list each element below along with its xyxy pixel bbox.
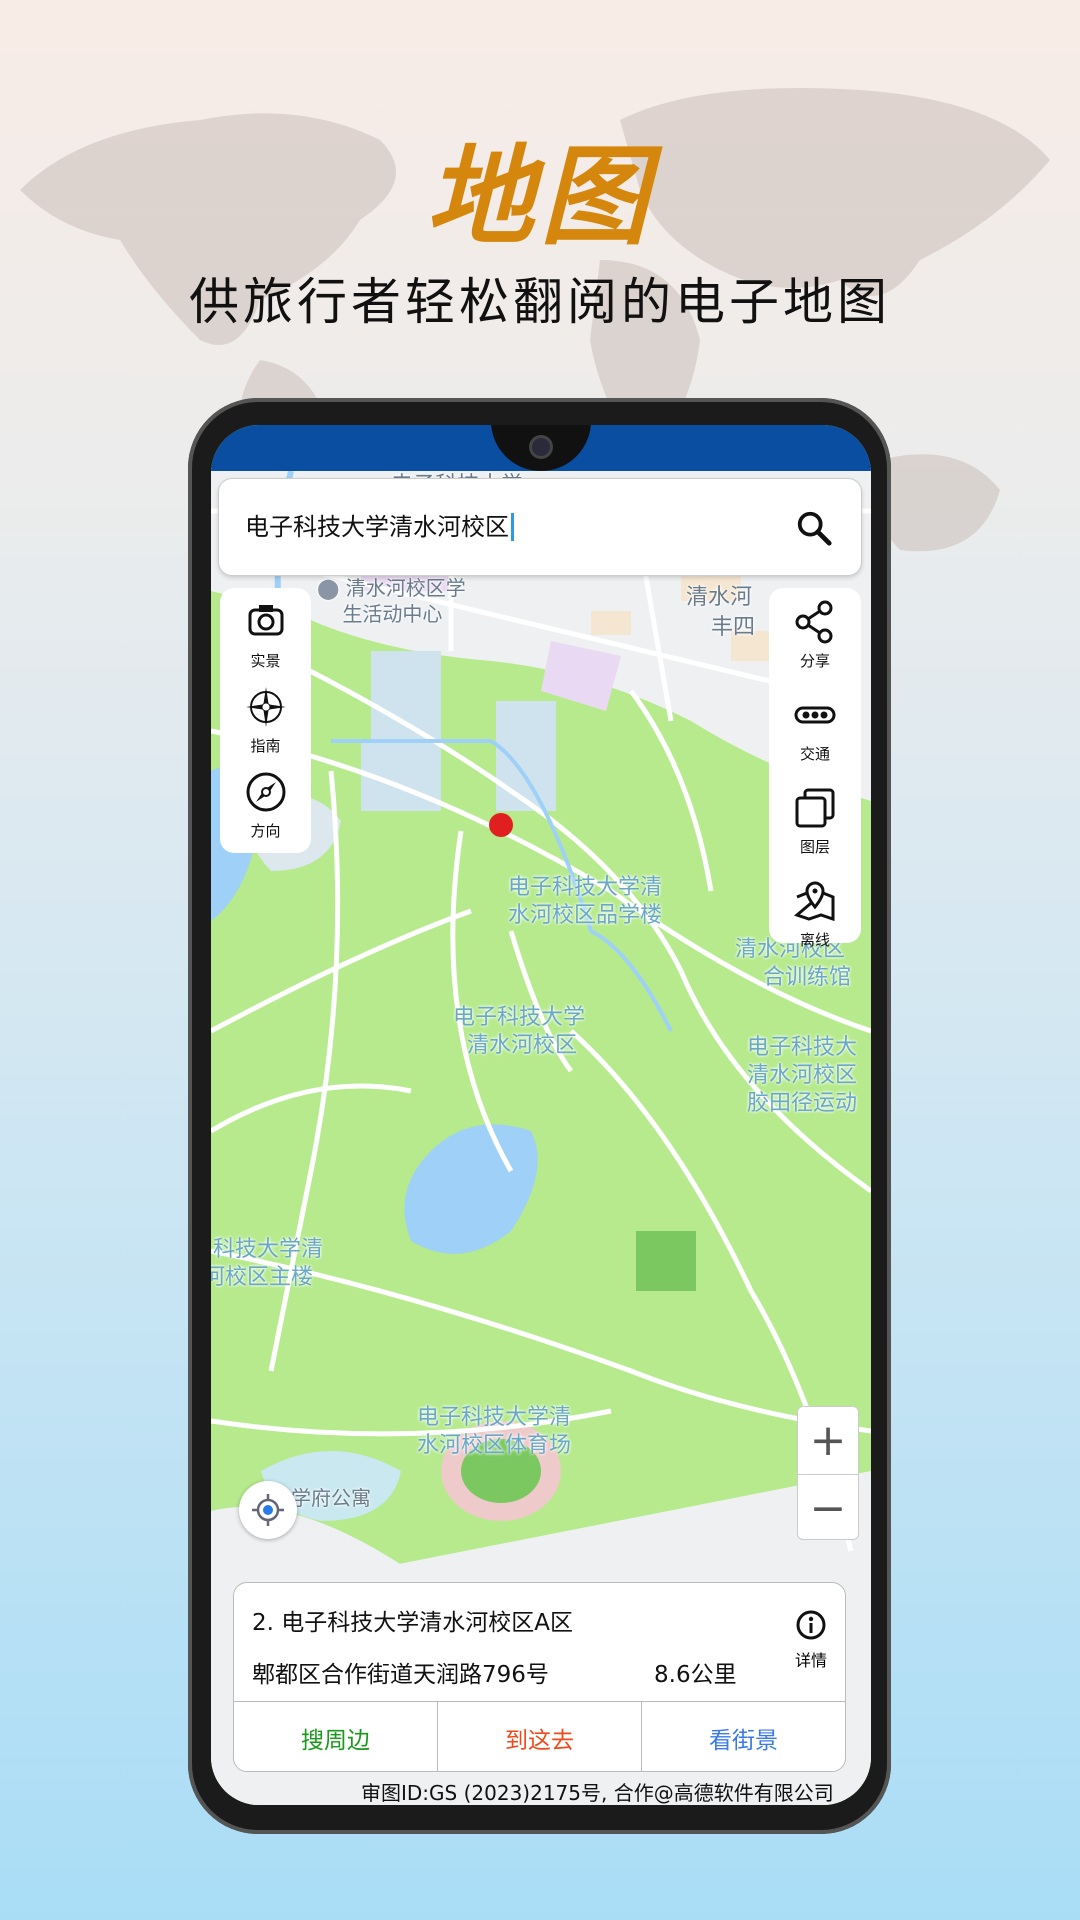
tool-live-view[interactable]: 实景 (220, 600, 311, 671)
navigate-here-button[interactable]: 到这去 (437, 1702, 641, 1771)
map-label: 水河校区体育场 (417, 1433, 572, 1458)
details-button[interactable]: 详情 (786, 1609, 836, 1671)
zoom-out-button[interactable]: − (798, 1474, 858, 1541)
promo-subtitle: 供旅行者轻松翻阅的电子地图 (189, 273, 891, 331)
map-label: 电子科技大学清 (508, 875, 663, 900)
search-nearby-button[interactable]: 搜周边 (234, 1702, 437, 1771)
search-input[interactable]: 电子科技大学清水河校区 (245, 513, 514, 541)
tool-guide[interactable]: 指南 (220, 685, 311, 756)
traffic-icon (794, 706, 836, 724)
china-flag-marker (489, 813, 513, 837)
layers-icon (795, 788, 835, 828)
compass-rose-icon (245, 687, 286, 727)
map-label: 河校区主楼 (211, 1265, 314, 1290)
direction-compass-icon (246, 772, 285, 812)
crosshair-icon (252, 1494, 284, 1526)
search-icon[interactable] (795, 509, 833, 547)
map-label: 胶田径运动 (747, 1091, 858, 1116)
map-copyright: 审图ID:GS (2023)2175号, 合作@高德软件有限公司 (361, 1781, 834, 1805)
map-label: 清水河 (686, 585, 753, 610)
left-tool-panel: 实景 指南 方向 (220, 588, 311, 853)
map-label: 电子科技大 (747, 1035, 858, 1060)
locate-me-button[interactable] (239, 1481, 297, 1539)
map-label: 电子科技大学清 (417, 1405, 572, 1430)
tool-direction[interactable]: 方向 (220, 770, 311, 841)
map-label: 科技大学清 (213, 1237, 324, 1262)
map-label: 丰四 (711, 615, 756, 640)
place-address: 郫都区合作街道天润路796号 (252, 1662, 549, 1688)
map-label: 清水河校区 (747, 1063, 858, 1088)
right-tool-panel: 分享 交通 图层 离线 (769, 588, 861, 949)
street-view-button[interactable]: 看街景 (641, 1702, 845, 1771)
tool-share[interactable]: 分享 (769, 600, 861, 671)
zoom-in-button[interactable]: + (798, 1407, 858, 1474)
camera-icon (248, 605, 283, 636)
place-card: 2. 电子科技大学清水河校区A区 郫都区合作街道天润路796号 8.6公里 详情… (233, 1582, 846, 1772)
tool-offline[interactable]: 离线 (769, 879, 861, 950)
share-icon (795, 600, 833, 644)
map-label: 学府公寓 (291, 1486, 371, 1510)
map-label: 水河校区品学楼 (508, 903, 663, 928)
search-bar[interactable]: 电子科技大学清水河校区 (218, 478, 862, 576)
map-label: 清水河校区 (467, 1033, 578, 1058)
front-camera (529, 435, 553, 459)
phone-screen: 电子科技大学 ⬤ 清水河校区学 生活动中心 清水河 丰四 电子科技大学清 水河校… (211, 425, 871, 1805)
map-label: 电子科技大学 (453, 1005, 586, 1030)
info-icon (796, 1610, 826, 1640)
zoom-control: + − (797, 1406, 859, 1540)
promo-title: 地图 (425, 135, 654, 260)
map-label: 合训练馆 (763, 965, 852, 990)
place-name: 2. 电子科技大学清水河校区A区 (252, 1610, 573, 1636)
tool-layers[interactable]: 图层 (769, 786, 861, 857)
place-distance: 8.6公里 (654, 1662, 737, 1688)
tool-traffic[interactable]: 交通 (769, 693, 861, 764)
map-label-poi[interactable]: ⬤ 清水河校区学 生活动中心 (317, 575, 466, 627)
offline-map-icon (793, 881, 835, 922)
